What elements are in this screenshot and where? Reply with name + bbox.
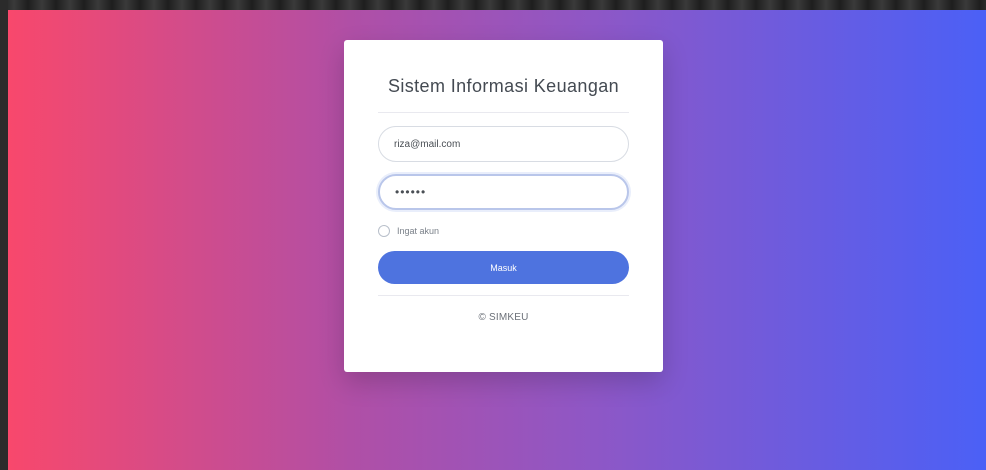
login-button[interactable]: Masuk: [378, 251, 629, 284]
footer-copyright: © SIMKEU: [478, 312, 529, 323]
password-input[interactable]: [378, 174, 629, 210]
page-title: Sistem Informasi Keuangan: [387, 76, 620, 96]
left-frame-strip: [0, 0, 8, 470]
remember-label: Ingat akun: [397, 226, 440, 236]
top-divider: [378, 112, 629, 113]
email-input[interactable]: [378, 126, 629, 162]
remember-account-row[interactable]: Ingat akun: [378, 224, 439, 238]
login-card: Sistem Informasi Keuangan Ingat akun Mas…: [344, 40, 663, 372]
browser-top-strip: [0, 0, 986, 10]
bottom-divider: [378, 295, 629, 296]
remember-checkbox[interactable]: [378, 225, 390, 237]
